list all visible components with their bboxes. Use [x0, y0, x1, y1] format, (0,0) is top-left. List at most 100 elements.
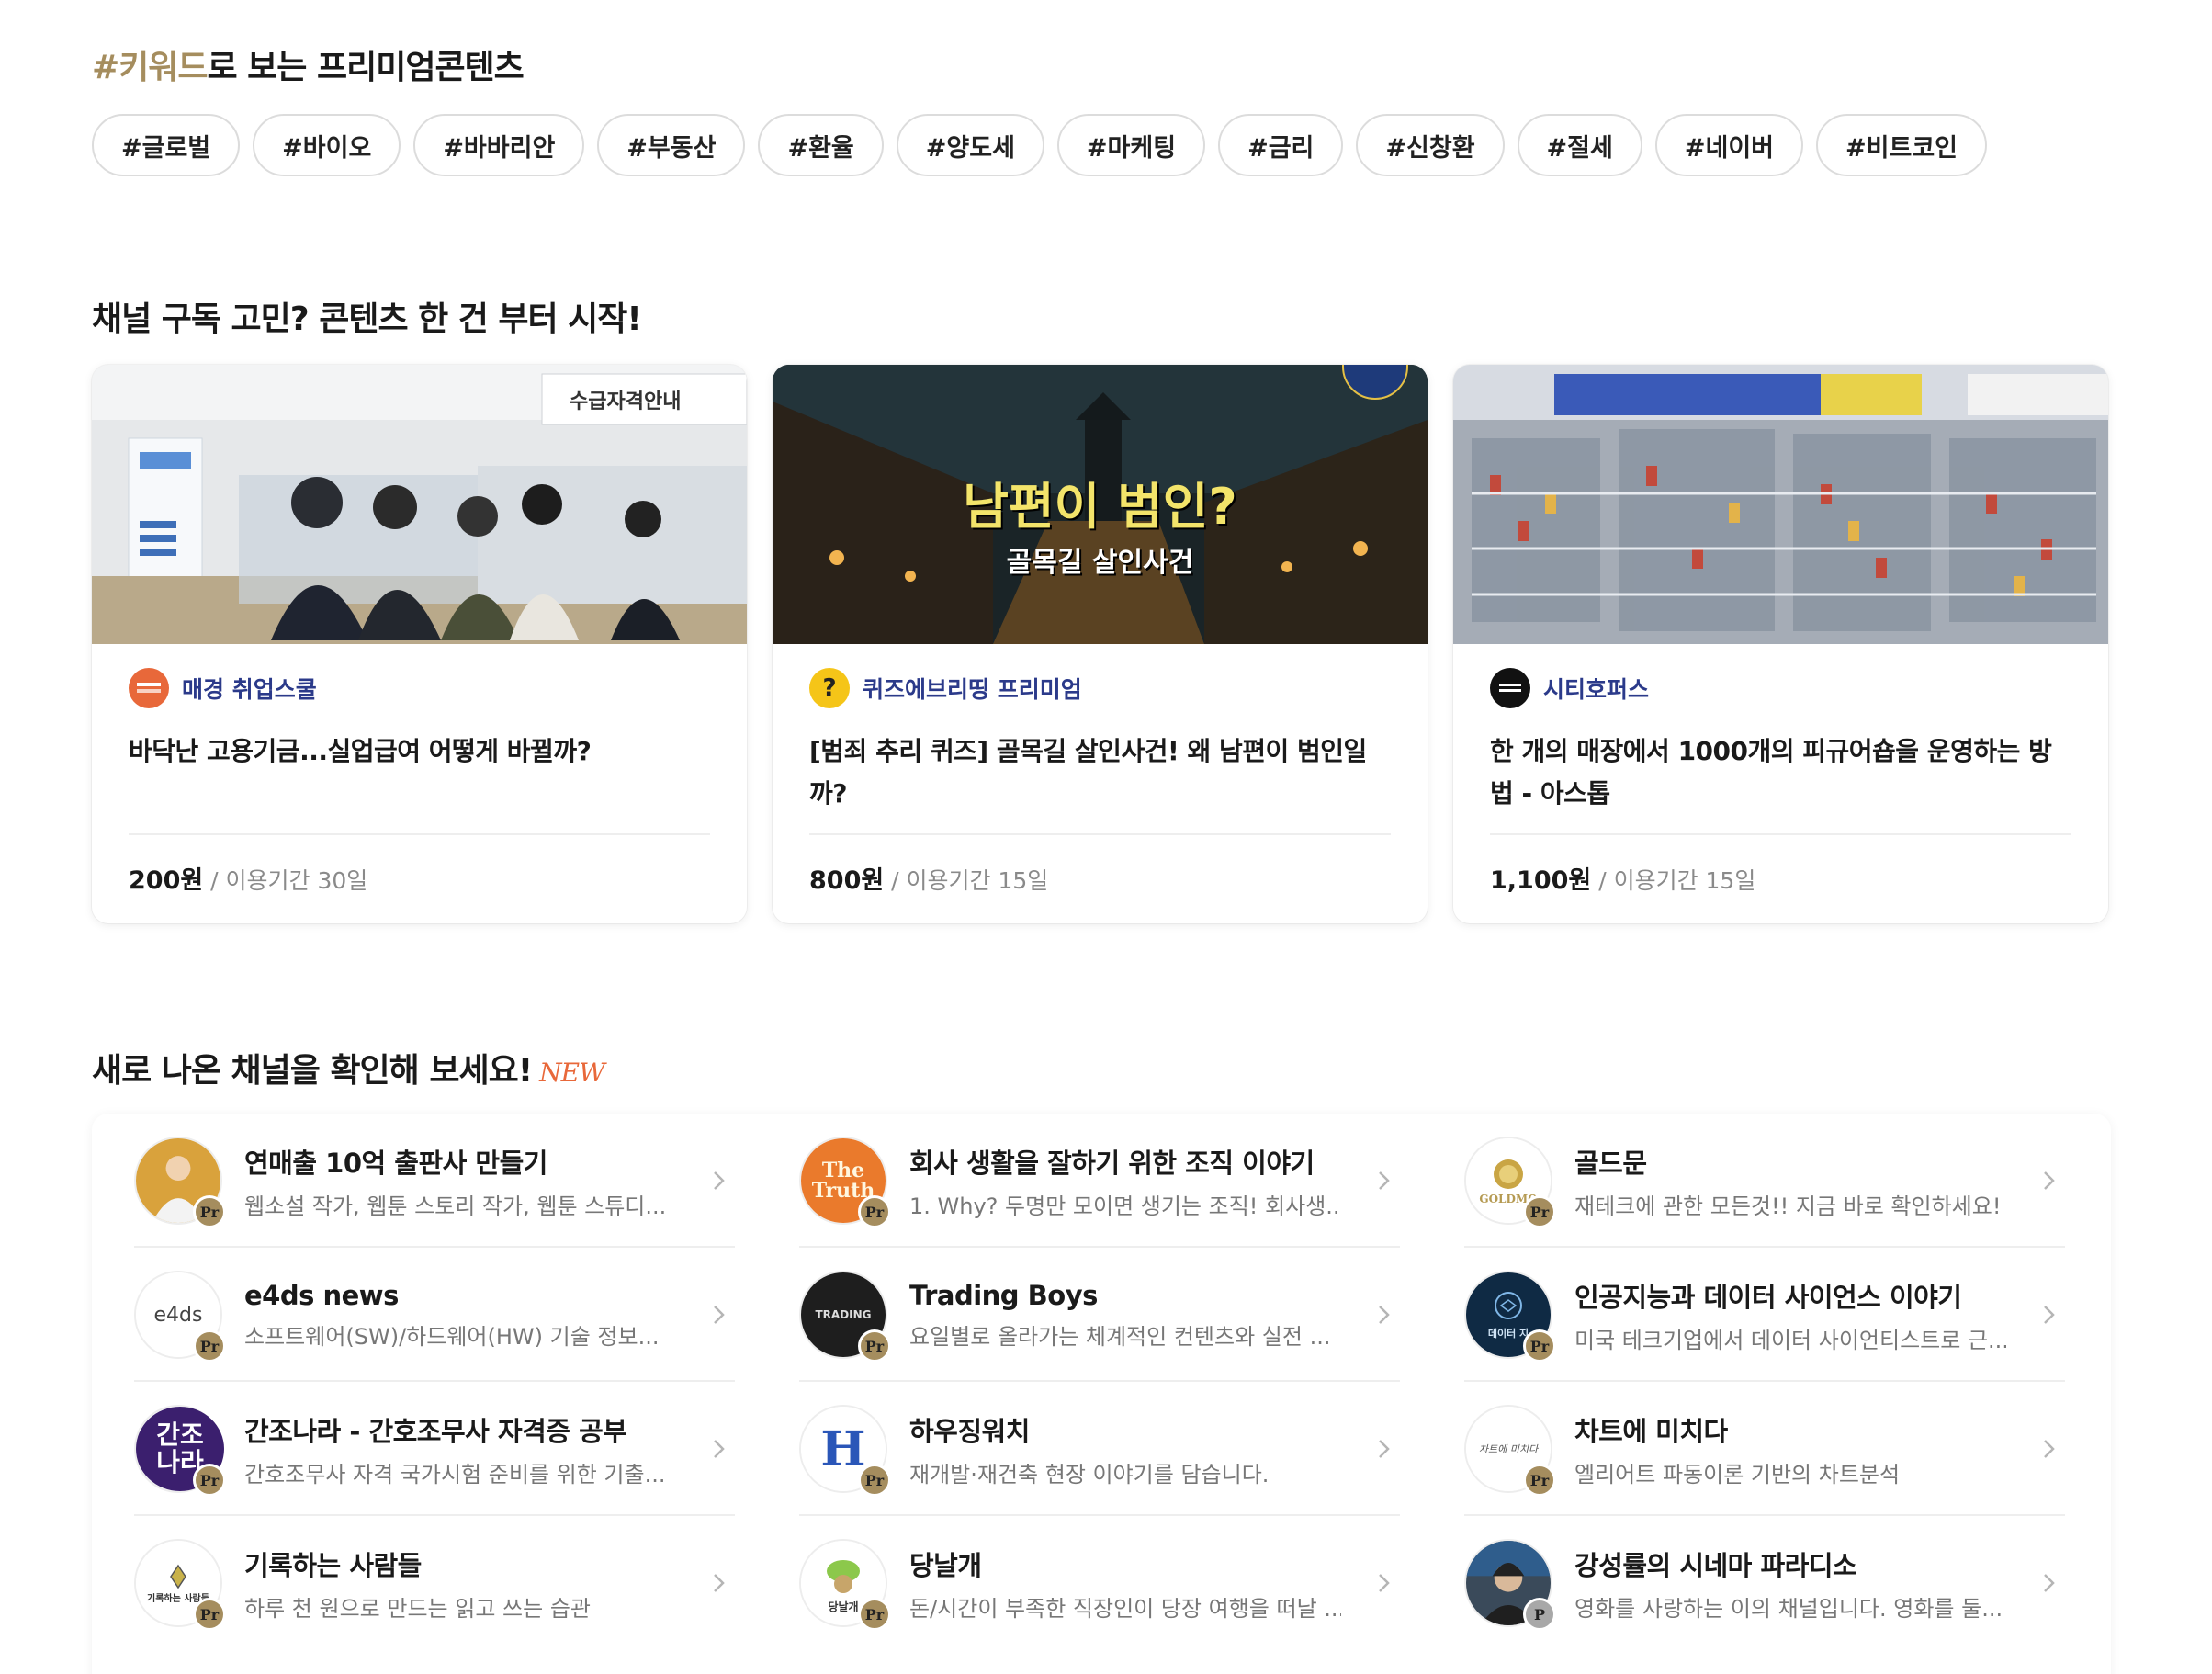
channel-title: 간조나라 - 간호조무사 자격증 공부 — [244, 1415, 627, 1447]
single-content-section-title: 채널 구독 고민? 콘텐츠 한 건 부터 시작! — [92, 300, 642, 338]
channel-list-item[interactable]: GOLDMO Pr 골드문 재테크에 관한 모든것!! 지금 바로 확인하세요! — [1464, 1114, 2065, 1248]
channel-list-item[interactable]: 데이터 지 Pr 인공지능과 데이터 사이언스 이야기 미국 테크기업에서 데이… — [1464, 1248, 2065, 1382]
keyword-chip[interactable]: #바이오 — [253, 114, 401, 176]
channel-description: 미국 테크기업에서 데이터 사이언티스트로 근... — [1574, 1327, 2006, 1353]
pen-nib-icon — [170, 1564, 186, 1589]
channel-list-item[interactable]: 당날개 Pr 당날개 돈/시간이 부족한 직장인이 당장 여행을 떠날 ... — [799, 1516, 1400, 1650]
card-thumbnail: 수급자격안내 — [92, 365, 747, 644]
channel-list-item[interactable]: The Truth Pr 회사 생활을 잘하기 위한 조직 이야기 1. Why… — [799, 1114, 1400, 1248]
channel-name[interactable]: 퀴즈에브리띵 프리미엄 — [863, 672, 1082, 705]
new-tag: NEW — [539, 1058, 605, 1088]
channel-list-item[interactable]: 차트에 미치다 Pr 차트에 미치다 엘리어트 파동이론 기반의 차트분석 — [1464, 1382, 2065, 1516]
channel-avatar: 간조나라 Pr — [134, 1405, 226, 1497]
channel-title: 강성률의 시네마 파라디소 — [1574, 1549, 1857, 1581]
keyword-chip[interactable]: #금리 — [1218, 114, 1344, 176]
channel-description: 소프트웨어(SW)/하드웨어(HW) 기술 정보... — [244, 1323, 660, 1350]
card-price: 1,100원 — [1490, 866, 1592, 895]
card-period: / 이용기간 15일 — [884, 867, 1049, 894]
content-card[interactable]: 시티호퍼스 한 개의 매장에서 1000개의 피규어숍을 운영하는 방법 - 아… — [1453, 365, 2108, 923]
channel-description: 1. Why? 두명만 모이면 생기는 조직! 회사생... — [909, 1193, 1341, 1219]
keyword-title-rest: 로 보는 프리미엄콘텐츠 — [207, 49, 525, 86]
channel-list-item[interactable]: P 강성률의 시네마 파라디소 영화를 사랑하는 이의 채널입니다. 영화를 둘… — [1464, 1516, 2065, 1650]
channel-description: 엘리어트 파동이론 기반의 차트분석 — [1574, 1461, 1901, 1487]
card-title[interactable]: 한 개의 매장에서 1000개의 피규어숍을 운영하는 방법 - 아스톱 — [1490, 730, 2071, 815]
new-channels-section-title: 새로 나온 채널을 확인해 보세요! NEW — [92, 1044, 605, 1091]
keyword-chip[interactable]: #환율 — [758, 114, 884, 176]
channel-description: 요일별로 올라가는 체계적인 컨텐츠와 실전 ... — [909, 1323, 1331, 1350]
chevron-right-icon — [2044, 1440, 2055, 1458]
keyword-chip[interactable]: #절세 — [1517, 114, 1642, 176]
channel-logo — [129, 668, 169, 708]
premium-badge: Pr — [858, 1598, 891, 1631]
card-price-info: 800원 / 이용기간 15일 — [809, 860, 1048, 896]
card-title[interactable]: 바닥난 고용기금...실업급여 어떻게 바뀔까? — [129, 730, 710, 815]
channel-avatar: 당날개 Pr — [799, 1539, 891, 1631]
card-divider — [1490, 833, 2071, 835]
premium-badge: Pr — [1523, 1195, 1556, 1228]
channel-title: 회사 생활을 잘하기 위한 조직 이야기 — [909, 1147, 1315, 1179]
channel-list-item[interactable]: Pr 연매출 10억 출판사 만들기 웹소설 작가, 웹툰 스토리 작가, 웹툰… — [134, 1114, 735, 1248]
channel-title: 차트에 미치다 — [1574, 1415, 1728, 1447]
dangnalgae-logo-text: 당날개 — [828, 1600, 859, 1613]
card-divider — [809, 833, 1391, 835]
channel-list-item[interactable]: 기록하는 사람들 Pr 기록하는 사람들 하루 천 원으로 만드는 읽고 쓰는 … — [134, 1516, 735, 1650]
keyword-chip[interactable]: #바바리안 — [413, 114, 585, 176]
channel-title: Trading Boys — [909, 1279, 1098, 1311]
chevron-right-icon — [714, 1574, 725, 1592]
channel-name[interactable]: 매경 취업스쿨 — [182, 672, 317, 705]
premium-badge: Pr — [858, 1329, 891, 1363]
premium-badge: Pr — [193, 1195, 226, 1228]
channel-title: 당날개 — [909, 1549, 982, 1581]
premium-badge: Pr — [1523, 1329, 1556, 1363]
keyword-chip[interactable]: #글로벌 — [92, 114, 241, 176]
channel-list-item[interactable]: TRADING Pr Trading Boys 요일별로 올라가는 체계적인 컨… — [799, 1248, 1400, 1382]
card-thumbnail — [1453, 365, 2108, 644]
question-mark-icon: ? — [809, 668, 850, 708]
channel-avatar: 차트에 미치다 Pr — [1464, 1405, 1556, 1497]
keyword-chip[interactable]: #양도세 — [896, 114, 1044, 176]
chevron-right-icon — [1379, 1171, 1390, 1190]
new-channel-panel: Pr 연매출 10억 출판사 만들기 웹소설 작가, 웹툰 스토리 작가, 웹툰… — [92, 1114, 2111, 1674]
new-channels-title-text: 새로 나온 채널을 확인해 보세요! — [92, 1052, 533, 1090]
chevron-right-icon — [2044, 1306, 2055, 1324]
premium-badge: Pr — [193, 1464, 226, 1497]
chevron-right-icon — [714, 1440, 725, 1458]
chevron-right-icon — [1379, 1306, 1390, 1324]
keyword-chip[interactable]: #비트코인 — [1816, 114, 1987, 176]
channel-avatar: TRADING Pr — [799, 1271, 891, 1363]
channel-avatar: P — [1464, 1539, 1556, 1631]
card-price-info: 1,100원 / 이용기간 15일 — [1490, 860, 1755, 896]
mk-logo-icon — [137, 683, 161, 693]
card-price-info: 200원 / 이용기간 30일 — [129, 860, 367, 896]
thumbnail-subtitle: 골목길 살인사건 — [1006, 547, 1194, 579]
city-hoppers-logo-icon — [1490, 668, 1530, 708]
channel-description: 돈/시간이 부족한 직장인이 당장 여행을 떠날 ... — [909, 1595, 1341, 1622]
card-title[interactable]: [범죄 추리 퀴즈] 골목길 살인사건! 왜 남편이 범인일까? — [809, 730, 1391, 815]
channel-title: 골드문 — [1574, 1147, 1647, 1179]
content-card[interactable]: 수급자격안내 매경 취업스쿨 바닥난 고용기금...실업급여 어떻게 바뀔까? … — [92, 365, 747, 923]
chevron-right-icon — [1379, 1440, 1390, 1458]
channel-list-item[interactable]: 간조나라 Pr 간조나라 - 간호조무사 자격증 공부 간호조무사 자격 국가시… — [134, 1382, 735, 1516]
keyword-chip[interactable]: #마케팅 — [1056, 114, 1206, 176]
thumbnail-headline: 남편이 범인? — [963, 478, 1237, 536]
keyword-chip[interactable]: #신창환 — [1356, 114, 1505, 176]
chevron-right-icon — [1379, 1574, 1390, 1592]
leaf-character-icon — [827, 1559, 860, 1593]
channel-name[interactable]: 시티호퍼스 — [1543, 672, 1649, 705]
channel-list-item[interactable]: H Pr 하우징워치 재개발·재건축 현장 이야기를 담습니다. — [799, 1382, 1400, 1516]
channel-avatar: 데이터 지 Pr — [1464, 1271, 1556, 1363]
chevron-right-icon — [2044, 1574, 2055, 1592]
premium-badge: Pr — [1523, 1464, 1556, 1497]
content-card[interactable]: 남편이 범인? 골목길 살인사건 ? 퀴즈에브리띵 프리미엄 [범죄 추리 퀴즈… — [773, 365, 1428, 923]
keyword-title-accent: #키워드 — [92, 49, 209, 86]
keyword-chip[interactable]: #네이버 — [1654, 114, 1804, 176]
channel-avatar: 기록하는 사람들 Pr — [134, 1539, 226, 1631]
keyword-chip[interactable]: #부동산 — [597, 114, 746, 176]
content-card-list: 수급자격안내 매경 취업스쿨 바닥난 고용기금...실업급여 어떻게 바뀔까? … — [92, 365, 2108, 923]
card-period: / 이용기간 30일 — [203, 867, 368, 894]
channel-title: 연매출 10억 출판사 만들기 — [244, 1147, 547, 1179]
card-divider — [129, 833, 710, 835]
channel-title: 하우징워치 — [909, 1415, 1030, 1447]
figure-shop-image — [1453, 365, 2108, 644]
channel-list-item[interactable]: e4ds Pr e4ds news 소프트웨어(SW)/하드웨어(HW) 기술 … — [134, 1248, 735, 1382]
